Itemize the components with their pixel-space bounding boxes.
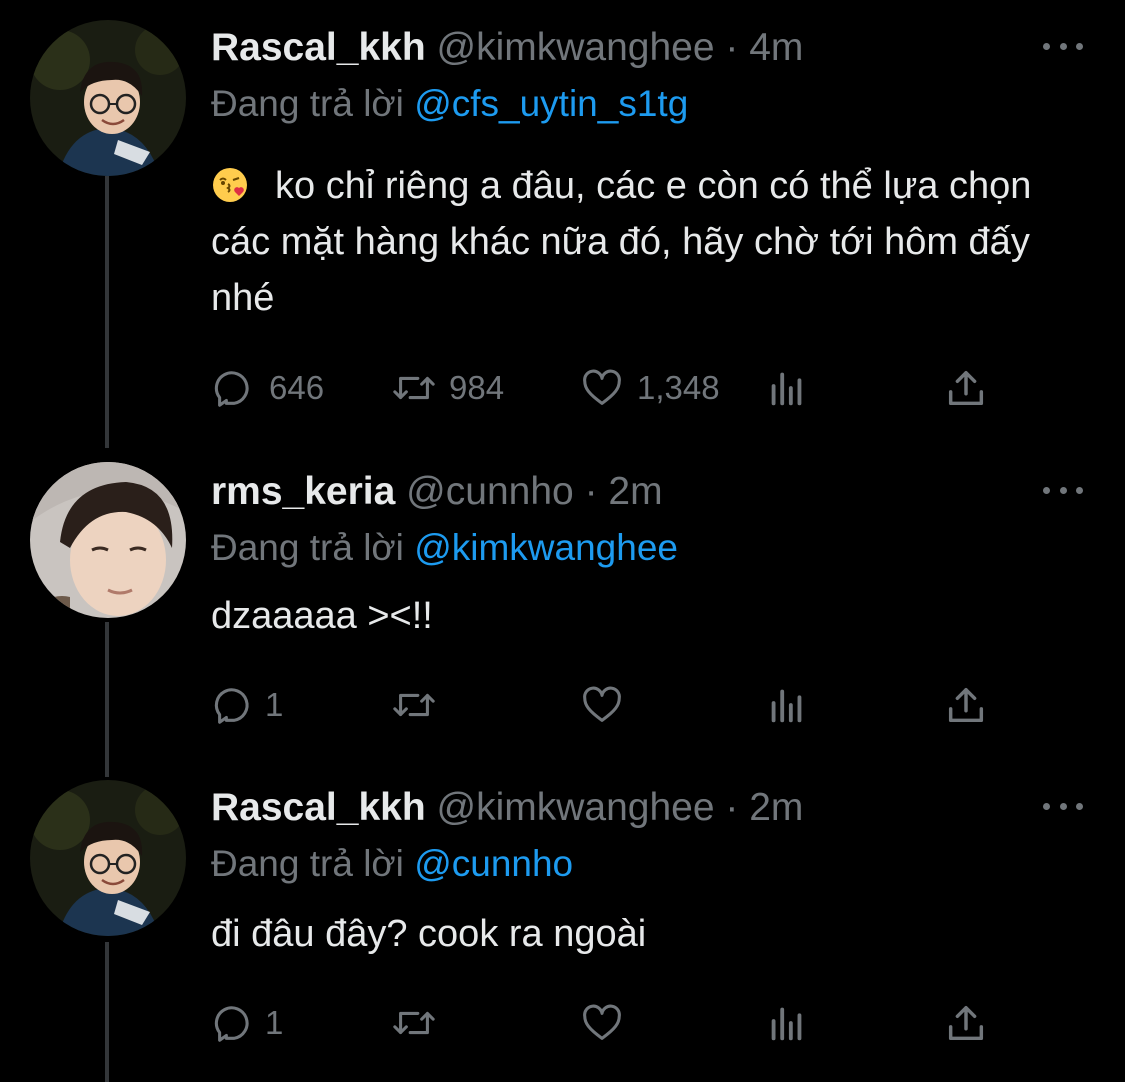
replying-to: Đang trả lời @cunnho: [211, 842, 573, 886]
like-button[interactable]: 1,348: [579, 364, 720, 412]
heart-icon: [583, 369, 621, 405]
heart-icon: [583, 1004, 621, 1040]
like-button[interactable]: [579, 999, 625, 1047]
heart-icon: [583, 686, 621, 722]
timestamp[interactable]: 2m: [749, 786, 803, 829]
display-name[interactable]: Rascal_kkh: [211, 786, 426, 829]
share-icon: [948, 370, 984, 406]
tweet-body: ko chỉ riêng a đâu, các e còn có thể lựa…: [211, 165, 1032, 319]
avatar[interactable]: [30, 780, 186, 936]
user-handle[interactable]: @kimkwanghee: [437, 786, 715, 829]
tweet[interactable]: Rascal_kkh @kimkwanghee · 2m Đang trả lờ…: [0, 780, 1125, 1082]
action-bar: 1: [211, 681, 1001, 729]
more-options-icon[interactable]: [1043, 796, 1083, 816]
user-handle[interactable]: @cunnho: [406, 470, 574, 513]
timestamp[interactable]: 2m: [608, 470, 662, 513]
tweet[interactable]: Rascal_kkh @kimkwanghee · 4m Đang trả lờ…: [0, 20, 1125, 426]
more-options-icon[interactable]: [1043, 36, 1083, 56]
timestamp[interactable]: 4m: [749, 26, 803, 69]
more-options-icon[interactable]: [1043, 480, 1083, 500]
tweet-text: ko chỉ riêng a đâu, các e còn có thể lựa…: [211, 158, 1071, 326]
display-name[interactable]: Rascal_kkh: [211, 26, 426, 69]
separator-dot: ·: [584, 470, 598, 513]
reply-button[interactable]: 1: [211, 681, 283, 729]
replying-prefix: Đang trả lời: [211, 527, 404, 568]
action-bar: 646 984 1,348: [211, 364, 1001, 412]
like-count: 1,348: [637, 369, 720, 406]
reply-count: 646: [269, 369, 325, 406]
reply-icon: [214, 688, 249, 724]
separator-dot: ·: [725, 786, 739, 829]
share-icon: [948, 1005, 984, 1041]
share-icon: [948, 687, 984, 723]
retweet-icon: [393, 693, 435, 717]
tweet-text: dzaaaaa ><!!: [211, 588, 1071, 644]
replying-prefix: Đang trả lời: [211, 843, 404, 884]
avatar[interactable]: [30, 20, 186, 176]
share-button[interactable]: [943, 364, 989, 412]
kissing-face-with-heart-icon: [213, 168, 247, 202]
replying-to: Đang trả lời @kimkwanghee: [211, 526, 678, 570]
retweet-icon: [393, 1011, 435, 1035]
retweet-button[interactable]: 984: [391, 364, 504, 412]
tweet-header: Rascal_kkh @kimkwanghee · 4m: [211, 26, 803, 70]
retweet-icon: [393, 376, 435, 400]
replying-prefix: Đang trả lời: [211, 83, 404, 124]
reply-button[interactable]: 1: [211, 999, 283, 1047]
tweet[interactable]: rms_keria @cunnho · 2m Đang trả lời @kim…: [0, 462, 1125, 770]
reply-count: 1: [265, 686, 284, 723]
avatar[interactable]: [30, 462, 186, 618]
retweet-button[interactable]: [391, 681, 437, 729]
share-button[interactable]: [943, 999, 989, 1047]
mention-link[interactable]: @cfs_uytin_s1tg: [414, 83, 688, 124]
analytics-icon: [771, 689, 802, 723]
like-button[interactable]: [579, 681, 625, 729]
retweet-count: 984: [449, 369, 505, 406]
reply-count: 1: [265, 1004, 284, 1041]
views-button[interactable]: [764, 681, 810, 729]
tweet-body: đi đâu đây? cook ra ngoài: [211, 913, 647, 955]
retweet-button[interactable]: [391, 999, 437, 1047]
tweet-header: rms_keria @cunnho · 2m: [211, 470, 663, 514]
share-button[interactable]: [943, 681, 989, 729]
tweet-header: Rascal_kkh @kimkwanghee · 2m: [211, 786, 803, 830]
views-button[interactable]: [764, 999, 810, 1047]
tweet-body: dzaaaaa ><!!: [211, 595, 433, 637]
tweet-text: đi đâu đây? cook ra ngoài: [211, 906, 1071, 962]
replying-to: Đang trả lời @cfs_uytin_s1tg: [211, 82, 688, 126]
views-button[interactable]: [764, 364, 810, 412]
reply-button[interactable]: 646: [211, 364, 324, 412]
reply-icon: [214, 371, 249, 407]
analytics-icon: [771, 372, 802, 406]
reply-icon: [214, 1006, 249, 1042]
analytics-icon: [771, 1007, 802, 1041]
separator-dot: ·: [725, 26, 739, 69]
mention-link[interactable]: @cunnho: [414, 843, 573, 884]
action-bar: 1: [211, 999, 1001, 1047]
display-name[interactable]: rms_keria: [211, 470, 395, 513]
user-handle[interactable]: @kimkwanghee: [437, 26, 715, 69]
mention-link[interactable]: @kimkwanghee: [414, 527, 678, 568]
